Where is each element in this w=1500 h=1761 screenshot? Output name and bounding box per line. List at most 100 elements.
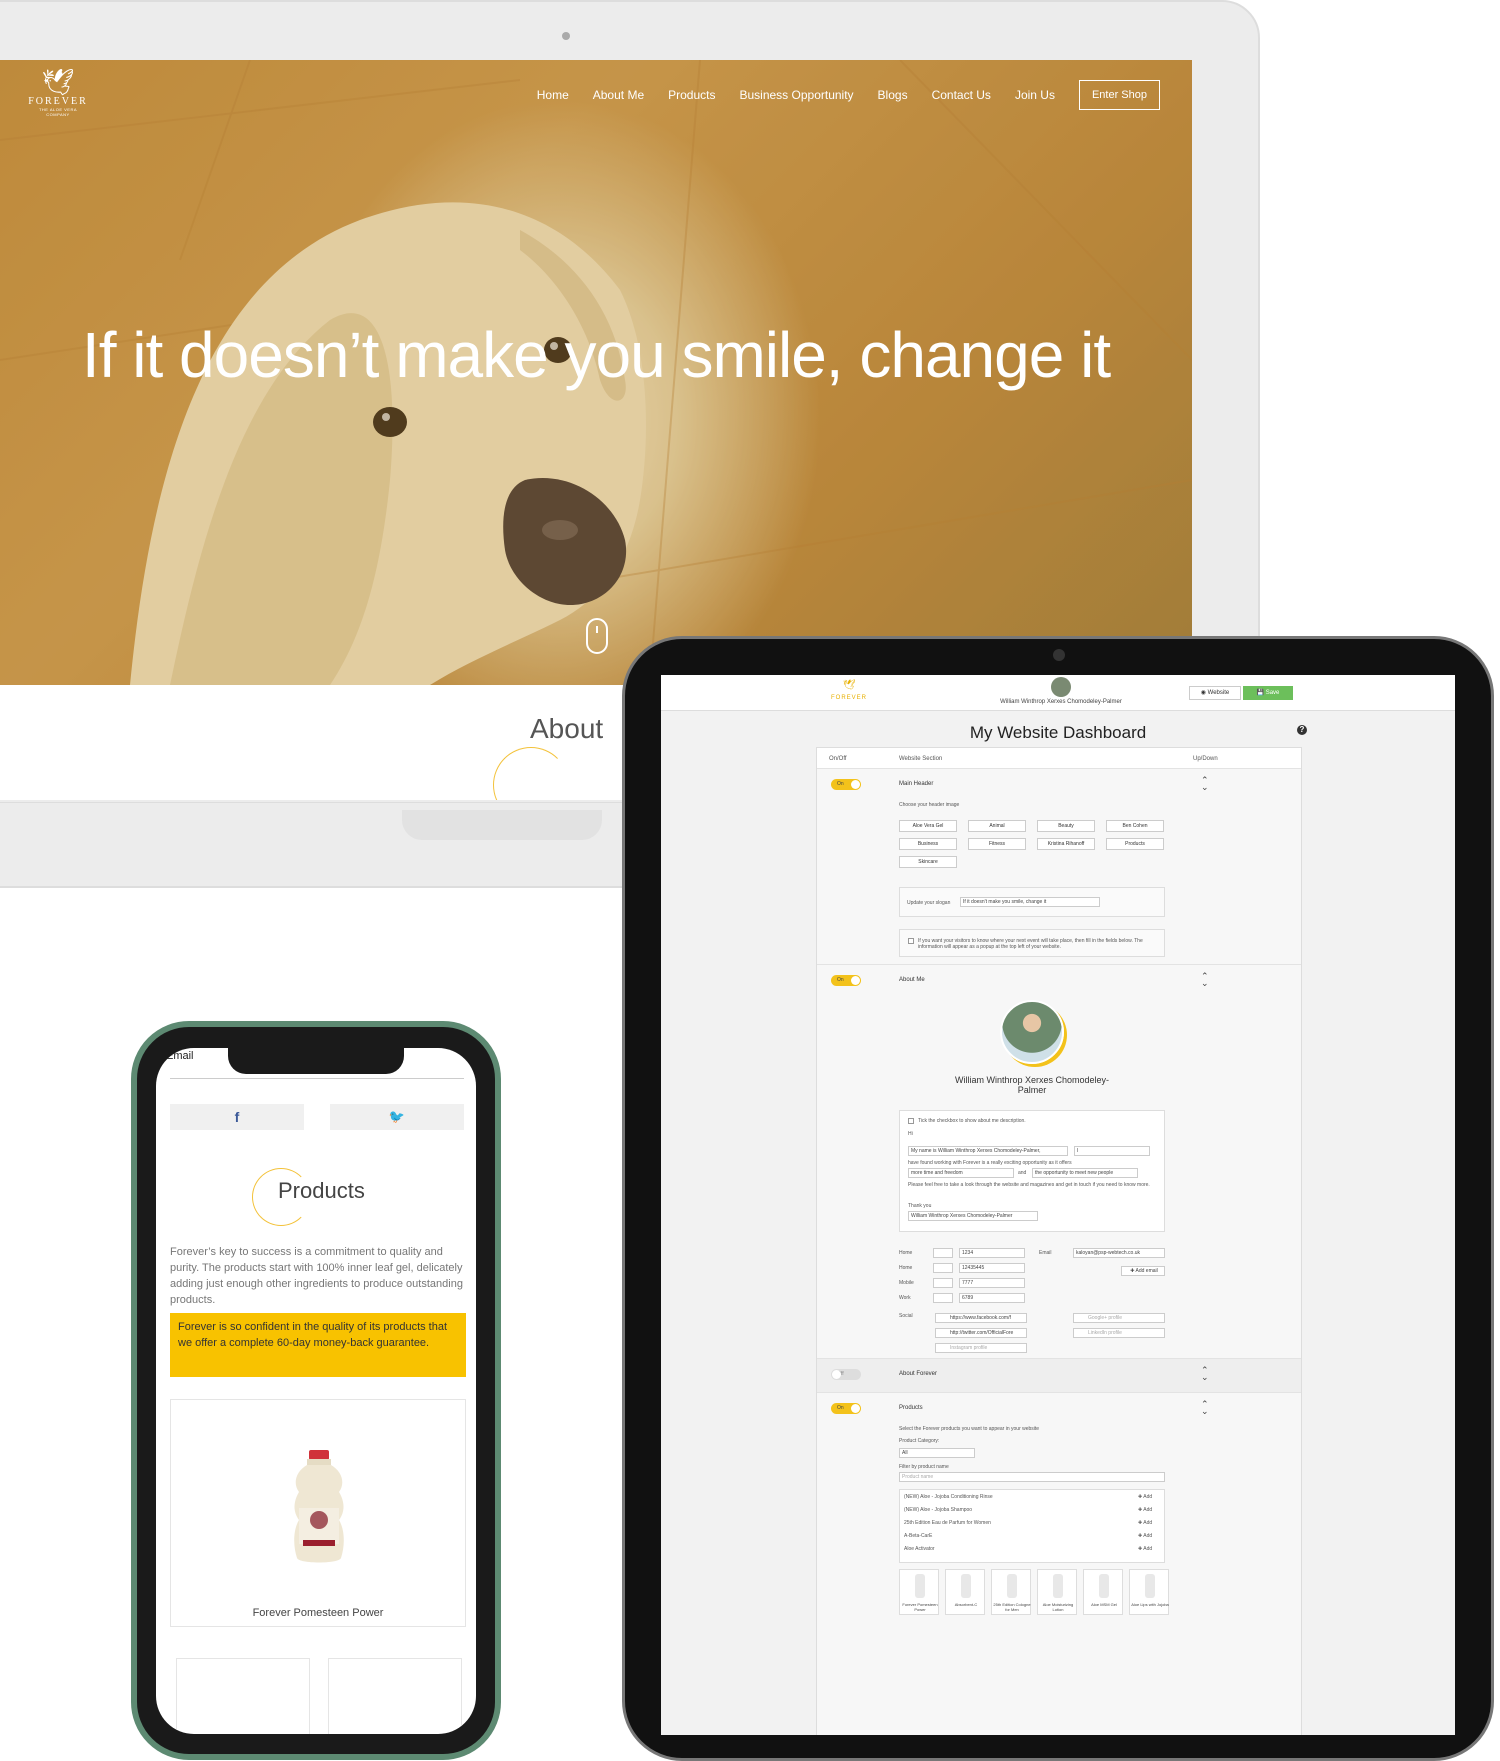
phone-home2-input[interactable]: 12435445 xyxy=(959,1263,1025,1273)
product-thumb-label: Aloe MSM Gel xyxy=(1091,1602,1117,1607)
list-item[interactable]: Aloe Activator xyxy=(904,1546,935,1552)
phone-label: Work xyxy=(899,1295,911,1301)
product-image xyxy=(1007,1574,1017,1598)
divider xyxy=(170,1078,464,1079)
product-card[interactable]: Forever Pomesteen Power xyxy=(170,1399,466,1627)
phone-notch xyxy=(228,1048,404,1074)
choose-header-label: Choose your header image xyxy=(899,802,960,808)
product-name-filter[interactable]: Product name xyxy=(899,1472,1165,1482)
product-bottle-image xyxy=(294,1450,344,1563)
google-plus-input[interactable]: Google+ profile xyxy=(1073,1313,1165,1323)
email-input[interactable]: kaloyan@psp-webtech.co.uk xyxy=(1073,1248,1165,1258)
scroll-mouse-icon[interactable] xyxy=(586,618,608,654)
benefit-select-2[interactable]: the opportunity to meet new people xyxy=(1032,1168,1138,1178)
nav-contact-us[interactable]: Contact Us xyxy=(932,88,991,102)
add-product-button[interactable]: ✚ Add xyxy=(1138,1507,1152,1513)
event-box: If you want your visitors to know where … xyxy=(899,929,1165,957)
add-product-button[interactable]: ✚ Add xyxy=(1138,1533,1152,1539)
phone-code-input[interactable] xyxy=(933,1278,953,1288)
nav-home[interactable]: Home xyxy=(537,88,569,102)
updown-arrows-icon[interactable]: ⌃ ⌄ xyxy=(1201,776,1209,792)
product-card[interactable] xyxy=(328,1658,462,1734)
instagram-input[interactable]: Instagram profile xyxy=(935,1343,1027,1353)
section-name: About Me xyxy=(899,977,925,983)
save-button[interactable]: 💾 Save xyxy=(1243,686,1293,700)
phone-code-input[interactable] xyxy=(933,1293,953,1303)
phone-mobile-input[interactable]: 7777 xyxy=(959,1278,1025,1288)
toggle-about-me[interactable]: On xyxy=(831,975,861,986)
product-image xyxy=(1053,1574,1063,1598)
phone-frame: Email f 🐦 Products Forever’s key to succ… xyxy=(131,1021,501,1760)
forever-logo[interactable]: 🕊 FOREVER THE ALOE VERA COMPANY xyxy=(28,68,88,117)
selected-product-thumb[interactable]: 25th Edition Cologne for Men xyxy=(991,1569,1031,1615)
phone-home-input[interactable]: 1234 xyxy=(959,1248,1025,1258)
tablet-frame: 🕊 FOREVER William Winthrop Xerxes Chomod… xyxy=(622,636,1494,1761)
twitter-input[interactable]: http://twitter.com/OfficialFore xyxy=(935,1328,1027,1338)
phone-code-input[interactable] xyxy=(933,1248,953,1258)
signature-select[interactable]: William Winthrop Xerxes Chomodeley-Palme… xyxy=(908,1211,1038,1221)
list-item[interactable]: A-Beta-CarE xyxy=(904,1533,932,1539)
slogan-select[interactable]: If it doesn't make you smile, change it xyxy=(960,897,1100,907)
slogan-box: Update your slogan If it doesn't make yo… xyxy=(899,887,1165,917)
updown-arrows-icon[interactable]: ⌃ ⌄ xyxy=(1201,1366,1209,1382)
category-select[interactable]: All xyxy=(899,1448,975,1458)
phone-code-input[interactable] xyxy=(933,1263,953,1273)
col-website-section: Website Section xyxy=(899,756,943,762)
dashboard-panel: On/Off Website Section Up/Down On Main H… xyxy=(816,747,1302,1735)
name-select[interactable]: My name is William Winthrop Xerxes Chomo… xyxy=(908,1146,1068,1156)
selected-product-thumb[interactable]: Aloe MSM Gel xyxy=(1083,1569,1123,1615)
nav-business-opportunity[interactable]: Business Opportunity xyxy=(739,88,853,102)
show-about-checkbox[interactable] xyxy=(908,1118,914,1124)
add-product-button[interactable]: ✚ Add xyxy=(1138,1520,1152,1526)
product-card[interactable] xyxy=(176,1658,310,1734)
header-image-business[interactable]: Business xyxy=(899,838,957,850)
event-checkbox[interactable] xyxy=(908,938,914,944)
toggle-products[interactable]: On xyxy=(831,1403,861,1414)
benefit-select-1[interactable]: more time and freedom xyxy=(908,1168,1014,1178)
section-main-header: On Main Header ⌃ ⌄ Choose your header ima… xyxy=(817,768,1301,964)
twitter-icon[interactable]: 🐦 xyxy=(330,1104,464,1130)
add-product-button[interactable]: ✚ Add xyxy=(1138,1546,1152,1552)
dashboard-logo[interactable]: 🕊 FOREVER xyxy=(829,680,869,704)
selected-product-thumb[interactable]: Forever Pomesteen Power xyxy=(899,1569,939,1615)
header-image-animal[interactable]: Animal xyxy=(968,820,1026,832)
logo-brand: FOREVER xyxy=(28,96,88,107)
pronoun-select[interactable]: I xyxy=(1074,1146,1150,1156)
facebook-icon[interactable]: f xyxy=(170,1104,304,1130)
list-item[interactable]: (NEW) Aloe - Jojoba Shampoo xyxy=(904,1507,972,1513)
enter-shop-button[interactable]: Enter Shop xyxy=(1078,80,1160,110)
nav-join-us[interactable]: Join Us xyxy=(1015,88,1055,102)
facebook-input[interactable]: https://www.facebook.com/f xyxy=(935,1313,1027,1323)
phone-work-input[interactable]: 6789 xyxy=(959,1293,1025,1303)
toggle-main-header[interactable]: On xyxy=(831,779,861,790)
updown-arrows-icon[interactable]: ⌃ ⌄ xyxy=(1201,972,1209,988)
section-about-forever: Off About Forever ⌃ ⌄ xyxy=(817,1358,1301,1392)
help-icon[interactable]: ? xyxy=(1297,725,1307,735)
list-item[interactable]: (NEW) Aloe - Jojoba Conditioning Rinse xyxy=(904,1494,993,1500)
add-email-button[interactable]: ✚ Add email xyxy=(1121,1266,1165,1276)
about-me-avatar[interactable] xyxy=(1000,1000,1064,1064)
header-image-aloe-vera-gel[interactable]: Aloe Vera Gel xyxy=(899,820,957,832)
header-image-skincare[interactable]: Skincare xyxy=(899,856,957,868)
add-product-button[interactable]: ✚ Add xyxy=(1138,1494,1152,1500)
header-image-ben-cohen[interactable]: Ben Cohen xyxy=(1106,820,1164,832)
selected-product-thumb[interactable]: Absorbent-C xyxy=(945,1569,985,1615)
selected-product-thumb[interactable]: Aloe Moisturizing Lotion xyxy=(1037,1569,1077,1615)
dashboard-user[interactable]: William Winthrop Xerxes Chomodeley-Palme… xyxy=(981,677,1141,705)
about-heading: About xyxy=(530,713,604,744)
toggle-about-forever[interactable]: Off xyxy=(831,1369,861,1380)
header-image-kristina-rihanoff[interactable]: Kristina Rihanoff xyxy=(1037,838,1095,850)
nav-blogs[interactable]: Blogs xyxy=(878,88,908,102)
linkedin-input[interactable]: LinkedIn profile xyxy=(1073,1328,1165,1338)
header-image-products[interactable]: Products xyxy=(1106,838,1164,850)
header-image-fitness[interactable]: Fitness xyxy=(968,838,1026,850)
header-image-beauty[interactable]: Beauty xyxy=(1037,820,1095,832)
selected-product-thumb[interactable]: Aloe Lips with Jojoba xyxy=(1129,1569,1169,1615)
updown-arrows-icon[interactable]: ⌃ ⌄ xyxy=(1201,1400,1209,1416)
nav-products[interactable]: Products xyxy=(668,88,715,102)
and-text: and xyxy=(1018,1170,1027,1176)
avatar xyxy=(1051,677,1071,697)
list-item[interactable]: 25th Edition Eau de Parfum for Women xyxy=(904,1520,991,1526)
nav-about-me[interactable]: About Me xyxy=(593,88,644,102)
website-button[interactable]: ◉ Website xyxy=(1189,686,1241,700)
